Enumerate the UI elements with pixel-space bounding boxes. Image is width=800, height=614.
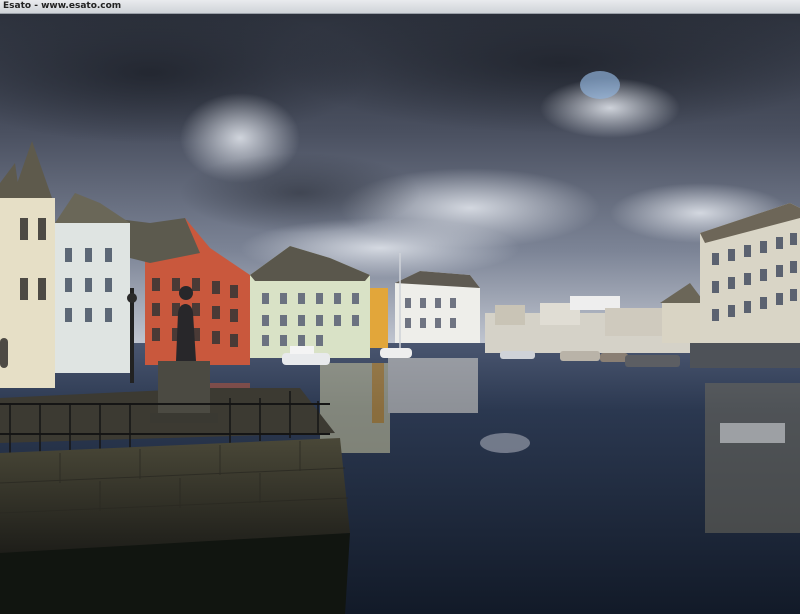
watermark-caption: Esato - www.esato.com	[3, 1, 122, 11]
stone-wall	[0, 438, 350, 614]
harbor-photo	[0, 13, 800, 614]
watermark-caption-bar: Esato - www.esato.com	[0, 0, 800, 14]
screenshot-frame: Esato - www.esato.com	[0, 0, 800, 614]
harbor-scene	[0, 13, 800, 614]
